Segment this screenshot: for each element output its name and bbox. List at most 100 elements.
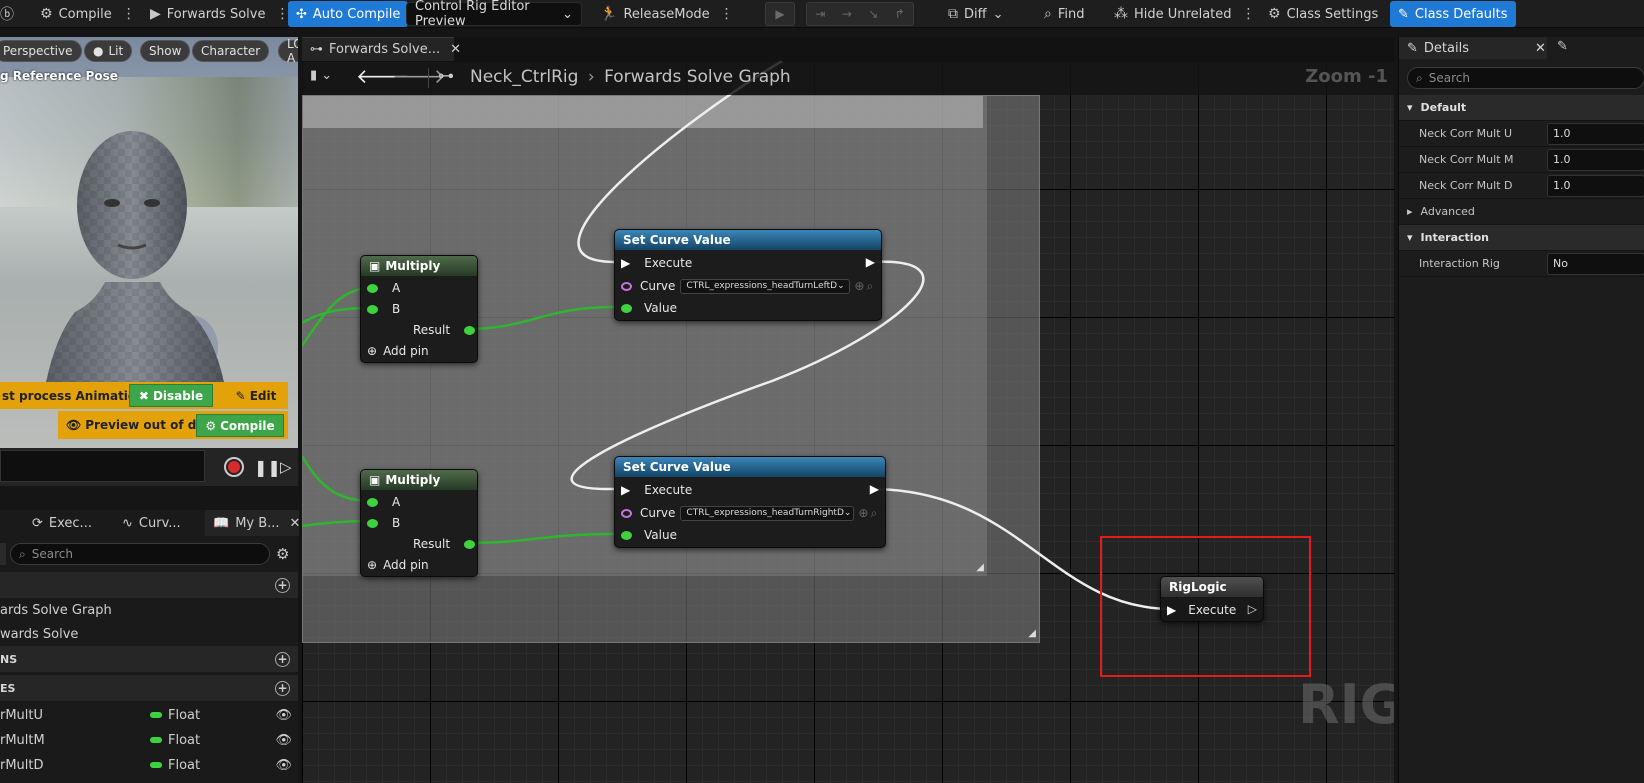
variable-row[interactable]: rMultM Float 👁 — [0, 727, 298, 753]
debug-play-button[interactable]: ▶ — [765, 2, 795, 26]
pin-curve[interactable]: Curve CTRL_expressions_headTurnRightD ⌄ ⊕… — [621, 503, 877, 523]
close-icon[interactable]: ✕ — [450, 42, 461, 57]
compile-button[interactable]: ⚙ Compile ⋮ — [40, 0, 136, 28]
forwards-solve-button[interactable]: ▶ Forwards Solve ⋮ — [150, 0, 289, 28]
show-button[interactable]: Show — [140, 40, 191, 62]
reset-icon[interactable]: ⊕ — [854, 279, 864, 293]
property-value-input[interactable]: 1.0 — [1547, 174, 1644, 197]
tab-my-blueprint[interactable]: 📖 My B... ✕ — [205, 510, 301, 536]
category-default[interactable]: ▾ Default — [1399, 95, 1644, 121]
curve-name-dropdown[interactable]: CTRL_expressions_headTurnLeftD ⌄ — [680, 278, 851, 294]
character-button[interactable]: Character — [192, 40, 270, 62]
add-pin-button[interactable]: ⊕ Add pin — [367, 341, 429, 361]
pin-execute-in[interactable]: ▶ Execute — [621, 480, 692, 500]
diff-button[interactable]: ⧉ Diff ⌄ — [948, 0, 1004, 28]
add-pin-button[interactable]: ⊕ Add pin — [367, 555, 429, 575]
graph-item[interactable]: ards Solve Graph — [0, 597, 298, 623]
preview-viewport[interactable]: Perspective ●Lit Show Character LOD A g … — [0, 37, 298, 448]
pin-value[interactable]: Value — [621, 298, 677, 318]
multiply-node[interactable]: ▣ Multiply A B Result ⊕ Add pin — [360, 255, 478, 363]
class-settings-button[interactable]: ⚙ Class Settings — [1268, 0, 1378, 28]
timeline-scrubber[interactable] — [0, 450, 205, 482]
pin-b[interactable]: B — [367, 513, 400, 533]
category-advanced[interactable]: ▸ Advanced — [1399, 199, 1644, 225]
exec-pin-out-icon[interactable]: ▶ — [866, 255, 875, 269]
exec-pin-out-icon[interactable]: ▶ — [870, 482, 879, 496]
pin-value[interactable]: Value — [621, 525, 677, 545]
pin-curve[interactable]: Curve CTRL_expressions_headTurnLeftD ⌄ ⊕ … — [621, 276, 873, 296]
tab-curve-container[interactable]: ∿ Curv... — [122, 510, 181, 536]
breadcrumb-leaf[interactable]: Forwards Solve Graph — [604, 67, 791, 87]
eye-icon[interactable]: 👁 — [275, 708, 292, 723]
node-header[interactable]: Set Curve Value — [615, 230, 881, 250]
variable-row[interactable]: rMultD Float 👁 — [0, 752, 298, 778]
add-icon[interactable]: + — [275, 651, 290, 667]
kebab-icon[interactable]: ⋮ — [720, 6, 734, 22]
pin-b[interactable]: B — [367, 299, 400, 319]
property-value-input[interactable]: 1.0 — [1547, 122, 1644, 145]
edit-button[interactable]: ✎ Edit — [226, 384, 286, 407]
set-curve-value-node[interactable]: Set Curve Value ▶ Execute ▶ Curve CTRL_ex… — [614, 456, 886, 548]
browse-icon[interactable]: ⌕ — [866, 279, 873, 294]
close-icon[interactable]: ✕ — [1535, 41, 1546, 56]
pin-execute-in[interactable]: ▶ Execute — [621, 253, 692, 273]
pin-result[interactable]: Result — [413, 534, 476, 554]
pause-icon[interactable]: ❚❚ — [254, 458, 281, 477]
pin-a[interactable]: A — [367, 278, 400, 298]
pin-result[interactable]: Result — [413, 320, 476, 340]
eye-icon[interactable]: 👁 — [275, 758, 292, 773]
kebab-icon[interactable]: ⋮ — [122, 6, 136, 22]
section-functions-header[interactable]: NS + — [0, 646, 298, 672]
pin-execute-in[interactable]: ▶ Execute — [1167, 600, 1236, 620]
section-variables-header[interactable]: ES + — [0, 675, 298, 701]
perspective-button[interactable]: Perspective — [0, 40, 82, 62]
exec-pin-out-icon[interactable]: ▷ — [1248, 602, 1257, 616]
disable-button[interactable]: ✖ Disable — [129, 384, 213, 407]
find-button[interactable]: ⌕ Find — [1044, 0, 1084, 28]
record-button[interactable] — [224, 457, 244, 477]
hide-unrelated-button[interactable]: ⁂ Hide Unrelated ⋮ — [1114, 0, 1256, 28]
release-mode-button[interactable]: 🏃 ReleaseMode ⋮ — [600, 0, 734, 28]
graph-canvas[interactable]: ◢ ◢ ▣ Multiply A B Result ⊕ Add pin ▣ Multi… — [302, 61, 1394, 783]
details-search-input[interactable]: ⌕ Search — [1407, 67, 1644, 89]
preview-dropdown[interactable]: Control Rig Editor Preview ⌄ — [406, 0, 582, 29]
lit-button[interactable]: ● Lit — [84, 40, 133, 62]
reset-icon[interactable]: ⊕ — [858, 506, 868, 520]
node-header[interactable]: RigLogic — [1161, 577, 1263, 597]
category-interaction[interactable]: ▾ Interaction — [1399, 225, 1644, 251]
second-tab-pencil-icon[interactable]: ✎ — [1557, 39, 1568, 54]
tab-forwards-solve-graph[interactable]: ⊶ Forwards Solve... ✕ — [302, 37, 461, 61]
node-header[interactable]: ▣ Multiply — [361, 470, 477, 490]
interaction-rig-dropdown[interactable]: No — [1547, 252, 1644, 275]
tab-details[interactable]: ✎ Details ✕ — [1399, 37, 1547, 59]
curve-name-dropdown[interactable]: CTRL_expressions_headTurnRightD ⌄ — [680, 505, 855, 521]
browse-icon[interactable]: ⌕ — [870, 506, 877, 521]
auto-compile-button[interactable]: ✣ Auto Compile — [288, 1, 409, 27]
viewport-compile-button[interactable]: ⚙ Compile — [196, 414, 284, 437]
pin-a[interactable]: A — [367, 492, 400, 512]
set-curve-value-node[interactable]: Set Curve Value ▶ Execute ▶ Curve CTRL_ex… — [614, 229, 882, 321]
riglogic-node[interactable]: RigLogic ▶ Execute ▷ — [1160, 576, 1264, 622]
property-value-input[interactable]: 1.0 — [1547, 148, 1644, 171]
breadcrumb-root[interactable]: Neck_CtrlRig — [470, 67, 578, 87]
kebab-icon[interactable]: ⋮ — [1242, 6, 1256, 22]
eye-icon[interactable]: 👁 — [275, 733, 292, 748]
close-icon[interactable]: ✕ — [290, 516, 301, 531]
node-header[interactable]: Set Curve Value — [615, 457, 885, 477]
add-icon[interactable]: + — [275, 680, 290, 696]
debug-step-controls[interactable]: ⇥ → ↘ ↱ — [806, 2, 914, 26]
step-forward-icon[interactable]: ▷ — [280, 458, 292, 476]
graph-item[interactable]: wards Solve — [0, 621, 298, 647]
bookmark-dropdown[interactable]: ▮ ⌄ — [310, 68, 342, 88]
blueprint-search-input[interactable]: ⌕ Search — [10, 543, 270, 565]
tab-execution-stack[interactable]: ⟳ Exec... — [32, 510, 92, 536]
add-icon[interactable]: + — [275, 577, 290, 593]
multiply-node[interactable]: ▣ Multiply A B Result ⊕ Add pin — [360, 469, 478, 577]
section-graphs-header[interactable]: + — [0, 572, 298, 598]
toolbar-partial-icon[interactable]: ⓑ — [0, 0, 14, 28]
variable-row[interactable]: rMultU Float 👁 — [0, 702, 298, 728]
lod-button[interactable]: LOD A — [278, 37, 298, 65]
node-header[interactable]: ▣ Multiply — [361, 256, 477, 276]
settings-gear-icon[interactable]: ⚙ — [276, 545, 289, 563]
class-defaults-button[interactable]: ✎ Class Defaults — [1390, 1, 1516, 27]
